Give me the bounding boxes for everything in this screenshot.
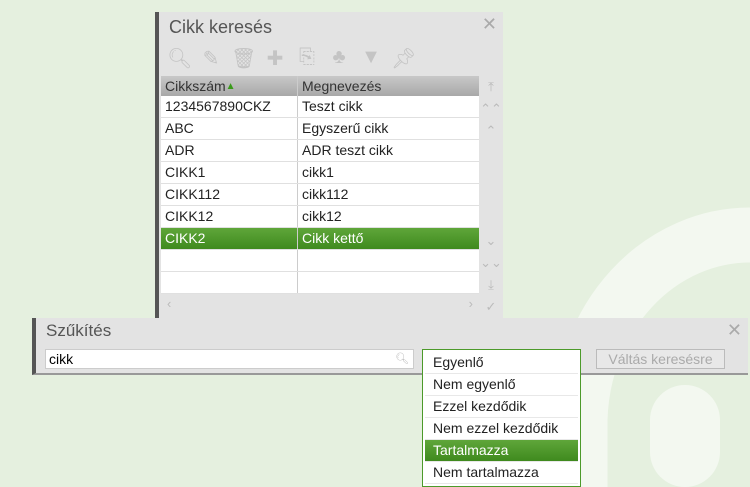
filter-icon[interactable]: ▼ bbox=[359, 46, 383, 71]
scroll-bottom-icon[interactable]: ⤓ bbox=[488, 274, 494, 296]
dropdown-option[interactable]: Nem ezzel kezdődik bbox=[425, 418, 578, 440]
page-up-icon[interactable]: ⌃⌃ bbox=[480, 98, 502, 120]
table-row[interactable]: ABC Egyszerű cikk bbox=[161, 118, 479, 140]
pin-icon[interactable]: 📌︎ bbox=[391, 46, 416, 71]
search-icon[interactable]: 🔍︎ bbox=[395, 350, 409, 368]
edit-icon[interactable]: ✎ bbox=[199, 46, 223, 71]
horizontal-scrollbar[interactable]: ‹ › bbox=[161, 296, 479, 312]
cell-cikkszam: CIKK2 bbox=[161, 228, 298, 249]
dropdown-option[interactable]: Ezzel kezdődik bbox=[425, 396, 578, 418]
filter-panel: Szűkítés ✕ cikk 🔍︎ Váltás keresésre bbox=[32, 318, 748, 375]
tree-icon[interactable]: ♣ bbox=[327, 46, 351, 71]
cell-megnevezes: Teszt cikk bbox=[302, 98, 363, 114]
add-icon[interactable]: ✚ bbox=[263, 46, 287, 71]
cell-cikkszam bbox=[161, 272, 298, 293]
search-dialog: Cikk keresés ✕ 🔍︎ ✎ 🗑︎ ✚ ⎘ ♣ ▼ 📌︎ Cikksz… bbox=[155, 12, 503, 318]
table-row[interactable] bbox=[161, 250, 479, 272]
dropdown-option[interactable]: Nem egyenlő bbox=[425, 374, 578, 396]
copy-icon[interactable]: ⎘ bbox=[295, 46, 319, 71]
search-icon[interactable]: 🔍︎ bbox=[167, 46, 192, 71]
cell-megnevezes: Cikk kettő bbox=[302, 230, 364, 246]
dialog-title: Cikk keresés bbox=[169, 17, 273, 37]
cell-megnevezes: cikk1 bbox=[302, 164, 334, 180]
close-icon[interactable]: ✕ bbox=[727, 320, 742, 341]
results-grid: Cikkszám▲ Megnevezés 1234567890CKZ Teszt … bbox=[161, 76, 479, 294]
dropdown-option[interactable]: Nem tartalmazza bbox=[425, 462, 578, 484]
dropdown-option[interactable]: Tartalmazza bbox=[425, 440, 578, 462]
cell-megnevezes bbox=[298, 272, 479, 293]
sort-asc-icon: ▲ bbox=[225, 81, 236, 92]
confirm-icon[interactable]: ✓ bbox=[486, 296, 497, 318]
cell-megnevezes: cikk112 bbox=[302, 186, 349, 202]
scroll-left-icon[interactable]: ‹ bbox=[167, 296, 171, 312]
vertical-scroll-buttons: ⤒ ⌃⌃ ⌃ ⌄ ⌄⌄ ⤓ ✓ bbox=[480, 76, 502, 318]
table-row[interactable]: CIKK112 cikk112 bbox=[161, 184, 479, 206]
filter-input-value: cikk bbox=[49, 351, 74, 367]
column-header-megnevezes[interactable]: Megnevezés bbox=[298, 76, 479, 96]
cell-cikkszam bbox=[161, 250, 298, 271]
delete-icon[interactable]: 🗑︎ bbox=[231, 46, 256, 71]
table-row[interactable]: ADR ADR teszt cikk bbox=[161, 140, 479, 162]
filter-title: Szűkítés bbox=[46, 321, 112, 340]
cell-cikkszam: ABC bbox=[161, 118, 298, 139]
table-row[interactable]: CIKK2 Cikk kettő bbox=[161, 228, 479, 250]
table-row[interactable]: CIKK12 cikk12 bbox=[161, 206, 479, 228]
cell-cikkszam: CIKK12 bbox=[161, 206, 298, 227]
page-down-icon[interactable]: ⌄⌄ bbox=[480, 252, 502, 274]
scroll-right-icon[interactable]: › bbox=[469, 296, 473, 312]
cell-cikkszam: CIKK1 bbox=[161, 162, 298, 183]
toolbar: 🔍︎ ✎ 🗑︎ ✚ ⎘ ♣ ▼ 📌︎ bbox=[167, 46, 416, 71]
close-icon[interactable]: ✕ bbox=[482, 14, 497, 35]
filter-input[interactable]: cikk 🔍︎ bbox=[45, 349, 414, 369]
cell-megnevezes: cikk12 bbox=[302, 208, 342, 224]
scroll-up-icon[interactable]: ⌃ bbox=[486, 120, 497, 142]
table-row[interactable]: 1234567890CKZ Teszt cikk bbox=[161, 96, 479, 118]
cell-megnevezes: Egyszerű cikk bbox=[302, 120, 389, 136]
cell-megnevezes bbox=[298, 250, 479, 271]
scroll-top-icon[interactable]: ⤒ bbox=[488, 76, 494, 98]
table-row[interactable] bbox=[161, 272, 479, 294]
operator-dropdown[interactable]: Egyenlő Nem egyenlő Ezzel kezdődik Nem ezze… bbox=[422, 349, 581, 487]
scroll-down-icon[interactable]: ⌄ bbox=[486, 230, 497, 252]
column-header-cikkszam[interactable]: Cikkszám▲ bbox=[161, 76, 298, 96]
table-row[interactable]: CIKK1 cikk1 bbox=[161, 162, 479, 184]
cell-cikkszam: ADR bbox=[161, 140, 298, 161]
switch-to-search-button[interactable]: Váltás keresésre bbox=[596, 349, 725, 369]
background-pillar bbox=[650, 385, 720, 487]
cell-cikkszam: 1234567890CKZ bbox=[161, 96, 298, 117]
dropdown-option[interactable]: Egyenlő bbox=[425, 352, 578, 374]
cell-cikkszam: CIKK112 bbox=[161, 184, 298, 205]
cell-megnevezes: ADR teszt cikk bbox=[302, 142, 394, 158]
